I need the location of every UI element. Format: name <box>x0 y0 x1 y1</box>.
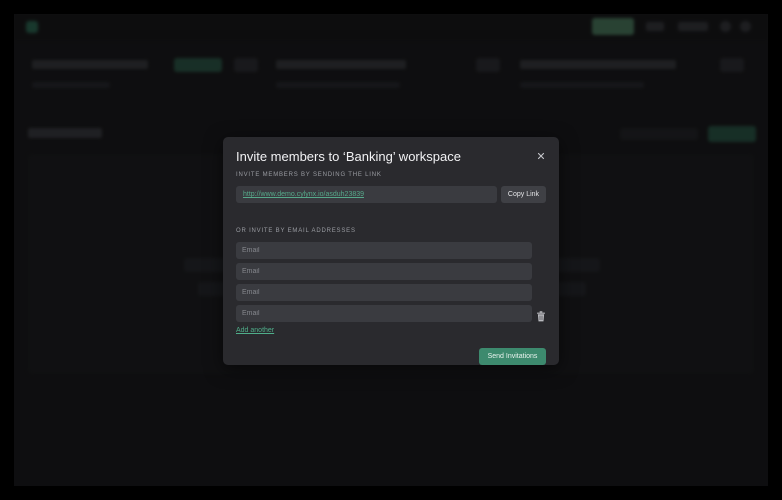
invite-members-modal: Invite members to ‘Banking’ workspace IN… <box>223 137 559 365</box>
app-window: Invite members to ‘Banking’ workspace IN… <box>14 14 768 486</box>
window-frame: Invite members to ‘Banking’ workspace IN… <box>0 0 782 500</box>
copy-link-button[interactable]: Copy Link <box>501 186 546 203</box>
email-field[interactable] <box>236 284 532 301</box>
email-field[interactable] <box>236 263 532 280</box>
email-field[interactable] <box>236 242 532 259</box>
email-section-label: OR INVITE BY EMAIL ADDRESSES <box>236 228 356 234</box>
link-section-label: INVITE MEMBERS BY SENDING THE LINK <box>236 172 382 178</box>
send-invitations-button[interactable]: Send Invitations <box>479 348 546 365</box>
email-field[interactable] <box>236 305 532 322</box>
add-another-link[interactable]: Add another <box>236 327 274 334</box>
trash-icon[interactable] <box>536 309 546 322</box>
close-icon[interactable] <box>534 149 548 163</box>
invite-link-field[interactable]: http://www.demo.cylynx.io/asduh23839 <box>236 186 497 203</box>
modal-title: Invite members to ‘Banking’ workspace <box>236 149 461 164</box>
